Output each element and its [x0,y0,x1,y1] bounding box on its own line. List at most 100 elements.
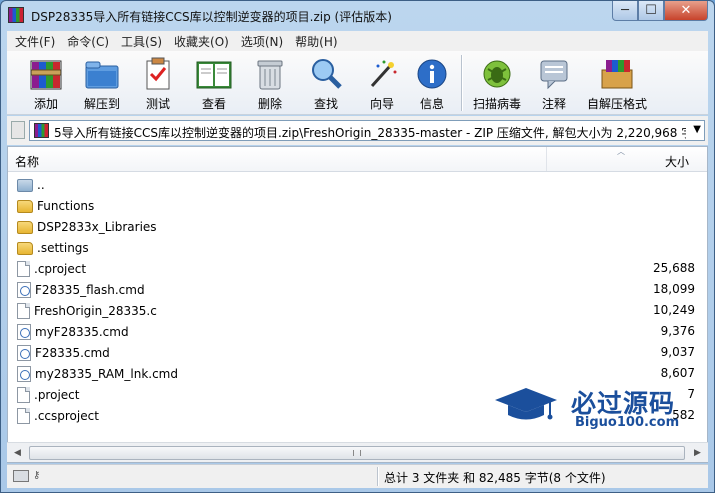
wizard-label: 向导 [369,97,394,111]
file-name: .project [34,387,80,402]
comment-button[interactable]: 注释 [527,55,581,113]
close-button[interactable]: ✕ [664,1,708,21]
watermark: 必过源码 Biguo100.com [495,382,699,434]
up-folder-button[interactable] [11,121,25,139]
add-button[interactable]: 添加 [19,55,73,113]
cmd-file-icon [17,344,31,361]
scroll-left-icon[interactable]: ◀ [9,445,26,461]
file-name: DSP2833x_Libraries [37,219,157,234]
delete-label: 删除 [257,97,282,111]
file-name: my28335_RAM_lnk.cmd [35,366,178,381]
find-label: 查找 [313,97,338,111]
scrollbar-thumb[interactable] [29,446,685,460]
comment-icon [534,55,574,93]
add-label: 添加 [33,97,58,111]
toolbar: 添加 解压到 测试 查看 删除 查找 向导 信息 扫描病毒 注释 自解压格式 [7,51,708,115]
file-name: FreshOrigin_28335.c [34,303,157,318]
sfx-label: 自解压格式 [586,97,647,111]
test-button[interactable]: 测试 [131,55,185,113]
wizard-button[interactable]: 向导 [355,55,409,113]
file-size: 10,249 [653,303,695,317]
folder-icon [17,242,33,255]
list-item[interactable]: my28335_RAM_lnk.cmd 8,607 [8,363,707,384]
graduation-cap-icon [495,388,557,420]
list-item[interactable]: DSP2833x_Libraries [8,216,707,237]
minimize-button[interactable]: ─ [612,1,638,21]
watermark-url: Biguo100.com [575,415,680,430]
window-title: DSP28335导入所有链接CCS库以控制逆变器的项目.zip (评估版本) [31,10,392,24]
comment-label: 注释 [541,97,566,111]
grip-icon [353,450,361,456]
view-label: 查看 [201,97,226,111]
list-item[interactable]: .cproject 25,688 [8,258,707,279]
menu-tools[interactable]: 工具(S) [115,33,168,50]
virus-scan-button[interactable]: 扫描病毒 [469,55,525,113]
sort-indicator-icon: ︿ [617,147,625,156]
column-size-header[interactable]: ︿ 大小 [547,147,695,171]
archive-icon [34,123,49,138]
file-name: F28335_flash.cmd [35,282,145,297]
file-name: .cproject [34,261,87,276]
list-header: 名称 ︿ 大小 [8,147,707,172]
file-name: F28335.cmd [35,345,110,360]
winrar-app-icon[interactable] [8,7,24,23]
status-separator [377,467,379,486]
file-size: 9,037 [660,345,695,359]
file-size: 18,099 [653,282,695,296]
file-name: .settings [37,240,89,255]
window-controls: ─ ☐ ✕ [612,1,708,21]
folder-icon [17,200,33,213]
list-item[interactable]: myF28335.cmd 9,376 [8,321,707,342]
sfx-icon [597,55,637,93]
test-label: 测试 [145,97,170,111]
column-name-header[interactable]: 名称 [8,147,547,171]
info-label: 信息 [419,97,444,111]
path-bar: 5导入所有链接CCS库以控制逆变器的项目.zip\FreshOrigin_283… [7,116,708,145]
menu-commands[interactable]: 命令(C) [61,33,115,50]
file-name: .. [37,177,45,192]
scroll-right-icon[interactable]: ▶ [689,445,706,461]
list-item[interactable]: F28335_flash.cmd 18,099 [8,279,707,300]
chevron-down-icon[interactable]: ▼ [693,124,701,135]
menu-favorites[interactable]: 收藏夹(O) [168,33,235,50]
extract-to-label: 解压到 [83,97,120,111]
status-text: 总计 3 文件夹 和 82,485 字节(8 个文件) [384,471,606,485]
trash-icon [250,55,290,93]
menu-help[interactable]: 帮助(H) [289,33,343,50]
list-item[interactable]: Functions [8,195,707,216]
folder-icon [17,221,33,234]
menu-bar: 文件(F) 命令(C) 工具(S) 收藏夹(O) 选项(N) 帮助(H) [7,31,708,51]
view-button[interactable]: 查看 [187,55,241,113]
cmd-file-icon [17,323,31,340]
drive-icon[interactable] [13,470,29,482]
document-icon [17,386,30,403]
file-name: Functions [37,198,95,213]
file-size: 8,607 [660,366,695,380]
menu-options[interactable]: 选项(N) [235,33,289,50]
key-icon[interactable]: ⚷ [33,470,47,482]
sfx-button[interactable]: 自解压格式 [585,55,649,113]
column-size-label: 大小 [664,155,689,169]
delete-button[interactable]: 删除 [243,55,297,113]
wizard-icon [362,55,402,93]
path-dropdown[interactable]: 5导入所有链接CCS库以控制逆变器的项目.zip\FreshOrigin_283… [29,120,705,141]
find-button[interactable]: 查找 [299,55,353,113]
status-bar: ⚷ 总计 3 文件夹 和 82,485 字节(8 个文件) [7,464,708,488]
list-item-parent[interactable]: .. [8,174,707,195]
winrar-window: DSP28335导入所有链接CCS库以控制逆变器的项目.zip (评估版本) ─… [0,0,715,493]
path-text: 5导入所有链接CCS库以控制逆变器的项目.zip\FreshOrigin_283… [54,126,686,140]
maximize-button[interactable]: ☐ [638,1,664,21]
virus-scan-label: 扫描病毒 [472,97,521,111]
info-icon [412,55,452,93]
document-icon [17,302,30,319]
extract-to-button[interactable]: 解压到 [75,55,129,113]
horizontal-scrollbar[interactable]: ◀ ▶ [7,442,708,462]
list-item[interactable]: FreshOrigin_28335.c 10,249 [8,300,707,321]
title-bar[interactable]: DSP28335导入所有链接CCS库以控制逆变器的项目.zip (评估版本) ─… [1,1,714,31]
extract-to-icon [82,55,122,93]
virus-scan-icon [477,55,517,93]
list-item[interactable]: .settings [8,237,707,258]
list-item[interactable]: F28335.cmd 9,037 [8,342,707,363]
info-button[interactable]: 信息 [405,55,459,113]
menu-file[interactable]: 文件(F) [9,33,61,50]
